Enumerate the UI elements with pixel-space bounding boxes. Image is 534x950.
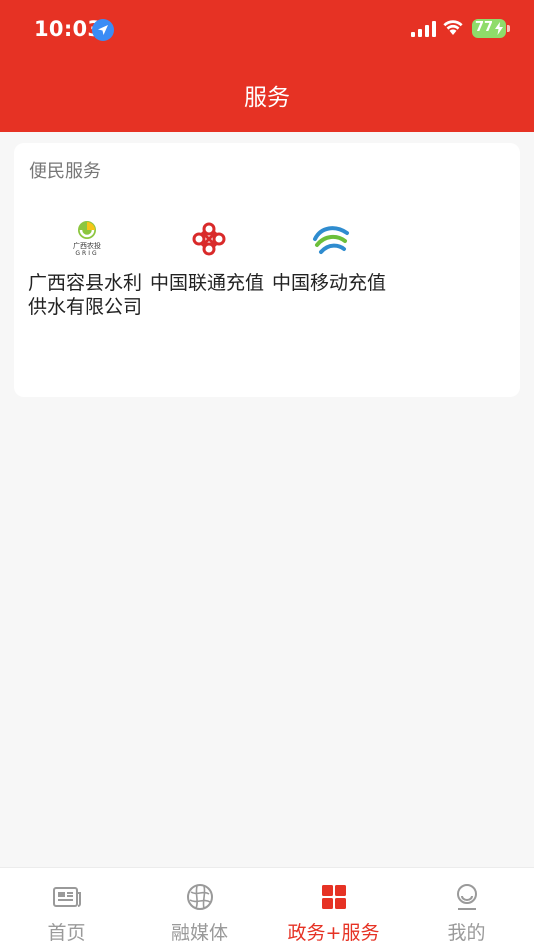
location-arrow-icon [92,19,114,41]
cellular-signal-icon [411,21,436,37]
tab-home[interactable]: 首页 [0,868,133,950]
bottom-tab-bar: 首页 融媒体 政务+服务 我的 [0,867,534,950]
service-label: 中国移动充值 [272,272,387,294]
grid-icon [319,882,349,912]
tab-label: 我的 [447,922,486,944]
page-title: 服务 [244,85,290,111]
tab-media[interactable]: 融媒体 [133,868,266,950]
section-title: 便民服务 [29,161,101,182]
globe-icon [185,882,215,912]
china-mobile-icon [311,219,351,259]
tab-profile[interactable]: 我的 [400,868,533,950]
tab-gov-services[interactable]: 政务+服务 [267,868,400,950]
tab-label: 融媒体 [170,922,228,944]
convenience-services-card: 便民服务 广西农投 GRIG 广西容县水利供水有限公司 中国联通充值 中国移动充… [14,143,520,397]
service-mobile-recharge[interactable]: 中国移动充值 [272,219,390,295]
service-rongxian-water[interactable]: 广西农投 GRIG 广西容县水利供水有限公司 [28,219,146,319]
header: 10:03 77 服务 [0,0,534,132]
service-unicom-recharge[interactable]: 中国联通充值 [150,219,268,295]
status-bar: 10:03 77 [0,0,534,60]
tab-label: 首页 [47,922,86,944]
service-label: 广西容县水利供水有限公司 [28,272,143,318]
tab-label: 政务+服务 [287,922,380,944]
profile-icon [452,882,482,912]
wifi-icon [442,18,464,40]
battery-icon: 77 [472,19,510,38]
grig-logo-subtext: GRIG [75,250,99,257]
grig-logo-icon: 广西农投 GRIG [67,219,107,259]
newspaper-icon [52,882,82,912]
battery-level: 77 [475,20,494,35]
china-unicom-icon [189,219,229,259]
service-label: 中国联通充值 [150,272,265,294]
